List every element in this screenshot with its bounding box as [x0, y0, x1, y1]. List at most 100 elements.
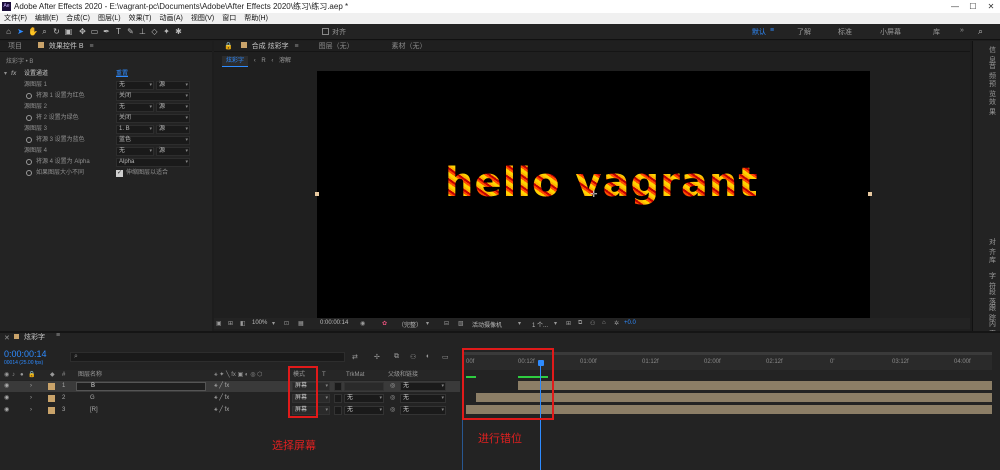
stopwatch-icon[interactable] — [26, 137, 32, 143]
layer-name-header[interactable]: 图层名称 — [78, 370, 102, 380]
stopwatch-icon[interactable] — [26, 159, 32, 165]
zoom-dropdown-icon[interactable]: ▾ — [272, 320, 275, 327]
expand-layer-icon[interactable]: › — [30, 405, 32, 416]
timeline-close-icon[interactable]: ✕ — [4, 334, 10, 342]
workspace-default[interactable]: 默认 — [752, 27, 766, 37]
layer-parent-select[interactable]: 无 — [400, 394, 446, 403]
right-panel-audio[interactable]: 音频 — [989, 61, 1000, 81]
layer-switches[interactable]: ⚹ ╱ fx — [214, 405, 229, 416]
text-tool-icon[interactable]: T — [114, 27, 123, 37]
set-blue-select[interactable]: 蓝色 — [116, 136, 190, 145]
pick-whip-icon[interactable]: ◎ — [390, 393, 395, 404]
snapshot-icon[interactable]: ◉ — [360, 320, 365, 327]
grid-icon[interactable]: ⊞ — [228, 320, 233, 327]
expand-arrow-icon[interactable]: ▾ — [4, 69, 7, 80]
source-layer1-mode-select[interactable]: 源 — [156, 81, 190, 90]
layer-handle-right[interactable] — [868, 192, 872, 196]
mask-visibility-icon[interactable]: ◧ — [240, 320, 246, 327]
camera-tool-icon[interactable]: ▣ — [64, 27, 73, 37]
tab-menu-icon[interactable]: ≡ — [89, 43, 93, 50]
workspace-library[interactable]: 库 — [933, 27, 940, 37]
lock-icon[interactable]: 🔒 — [224, 43, 233, 50]
layer-name[interactable]: B — [76, 382, 206, 391]
workspace-learn[interactable]: 了解 — [797, 27, 811, 37]
menu-layer[interactable]: 图层(L) — [98, 13, 121, 24]
pen-tool-icon[interactable]: ✒ — [102, 27, 111, 37]
region-icon[interactable]: ⊡ — [284, 320, 289, 327]
visibility-eye-icon[interactable]: ◉ — [4, 381, 9, 392]
layer-label-color[interactable] — [48, 383, 55, 390]
visibility-eye-icon[interactable]: ◉ — [4, 393, 9, 404]
layer-handle-left[interactable] — [315, 192, 319, 196]
parent-header[interactable]: 父级和链接 — [388, 370, 418, 380]
right-panel-effects[interactable]: 效果 — [989, 97, 1000, 117]
set-green-select[interactable]: 关闭 — [116, 114, 190, 123]
clone-stamp-tool-icon[interactable]: ⊥ — [138, 27, 147, 37]
resolution-dropdown-icon[interactable]: ▾ — [426, 320, 429, 327]
timeline-icon[interactable]: ⧉ — [578, 320, 582, 327]
visibility-eye-icon[interactable]: ◉ — [4, 405, 9, 416]
menu-view[interactable]: 视图(V) — [191, 13, 214, 24]
source-layer3-select[interactable]: 1. B — [116, 125, 154, 134]
stopwatch-icon[interactable] — [26, 115, 32, 121]
fast-preview-icon[interactable]: ⊟ — [444, 320, 449, 327]
timeline-nav-icon[interactable]: ⇄ — [352, 353, 358, 361]
right-panel-library[interactable]: 库 — [989, 255, 996, 265]
source-layer3-mode-select[interactable]: 源 — [156, 125, 190, 134]
breadcrumb-current-comp[interactable]: 炫彩字 — [222, 56, 249, 67]
preserve-transparency-box[interactable] — [334, 406, 342, 415]
layer-1-track[interactable] — [518, 381, 992, 390]
maximize-button[interactable]: ☐ — [964, 0, 982, 13]
layer-row-3[interactable]: ◉ › 3 [R] ⚹ ╱ fx 屏幕 无 ◎ 无 — [0, 405, 460, 416]
layer-trkmat-select[interactable]: 无 — [344, 406, 384, 415]
layer-row-1[interactable]: ◉ › 1 B ⚹ ╱ fx 屏幕 ◎ 无 — [0, 381, 460, 392]
stopwatch-icon[interactable] — [26, 170, 32, 176]
project-tab[interactable]: 项目 — [8, 43, 22, 50]
timeline-timecode[interactable]: 0:00:00:14 — [4, 349, 47, 359]
breadcrumb-dissolve[interactable]: 溶解 — [279, 58, 291, 64]
layer-name[interactable]: [R] — [90, 405, 98, 416]
menu-effect[interactable]: 效果(T) — [129, 13, 152, 24]
pan-behind-tool-icon[interactable]: ✥ — [78, 27, 87, 37]
expand-layer-icon[interactable]: › — [30, 393, 32, 404]
selection-tool-icon[interactable]: ➤ — [16, 27, 25, 37]
draft-3d-icon[interactable]: ⧉ — [394, 353, 399, 361]
timeline-tab-menu-icon[interactable]: ≡ — [56, 332, 60, 339]
source-layer2-mode-select[interactable]: 源 — [156, 103, 190, 112]
views-select[interactable]: 1 个... — [532, 320, 548, 329]
workspace-standard[interactable]: 标准 — [838, 27, 852, 37]
zoom-tool-icon[interactable]: ⌕ — [40, 27, 49, 37]
preserve-transparency-box[interactable] — [334, 382, 342, 391]
menu-edit[interactable]: 编辑(E) — [35, 13, 58, 24]
pick-whip-icon[interactable]: ◎ — [390, 405, 395, 416]
roto-brush-tool-icon[interactable]: ✦ — [162, 27, 171, 37]
menu-file[interactable]: 文件(F) — [4, 13, 27, 24]
expand-layer-icon[interactable]: › — [30, 381, 32, 392]
menu-composition[interactable]: 合成(C) — [66, 13, 90, 24]
layer-row-2[interactable]: ◉ › 2 G ⚹ ╱ fx 屏幕 无 ◎ 无 — [0, 393, 460, 404]
close-button[interactable]: ✕ — [982, 0, 1000, 13]
source-layer2-select[interactable]: 无 — [116, 103, 154, 112]
align-checkbox[interactable] — [322, 28, 329, 35]
layer-label-color[interactable] — [48, 395, 55, 402]
menu-help[interactable]: 帮助(H) — [244, 13, 268, 24]
zoom-select[interactable]: 100% — [252, 320, 267, 326]
always-preview-icon[interactable]: ▣ — [216, 320, 222, 327]
viewer-timecode[interactable]: 0:00:00:14 — [320, 320, 348, 326]
resolution-select[interactable]: （完整） — [398, 320, 422, 329]
trkmat-header[interactable]: TrkMat — [346, 370, 364, 380]
stretch-layers-checkbox[interactable]: ✓ — [116, 170, 123, 177]
comp-flowchart-icon[interactable]: ⌂ — [602, 320, 606, 326]
breadcrumb-r[interactable]: R — [261, 58, 265, 64]
views-dropdown-icon[interactable]: ▾ — [554, 320, 557, 327]
transparency-grid-icon[interactable]: ▦ — [298, 320, 304, 327]
set-red-select[interactable]: 关闭 — [116, 92, 190, 101]
reset-link[interactable]: 重置 — [116, 69, 128, 80]
source-layer4-mode-select[interactable]: 源 — [156, 147, 190, 156]
rectangle-tool-icon[interactable]: ▭ — [90, 27, 99, 37]
brush-tool-icon[interactable]: ✎ — [126, 27, 135, 37]
show-channel-icon[interactable]: ✿ — [382, 320, 387, 327]
comp-tab[interactable]: 合成 炫彩字 — [252, 43, 289, 50]
home-icon[interactable]: ⌂ — [4, 27, 13, 37]
preserve-transparency-box[interactable] — [334, 394, 342, 403]
